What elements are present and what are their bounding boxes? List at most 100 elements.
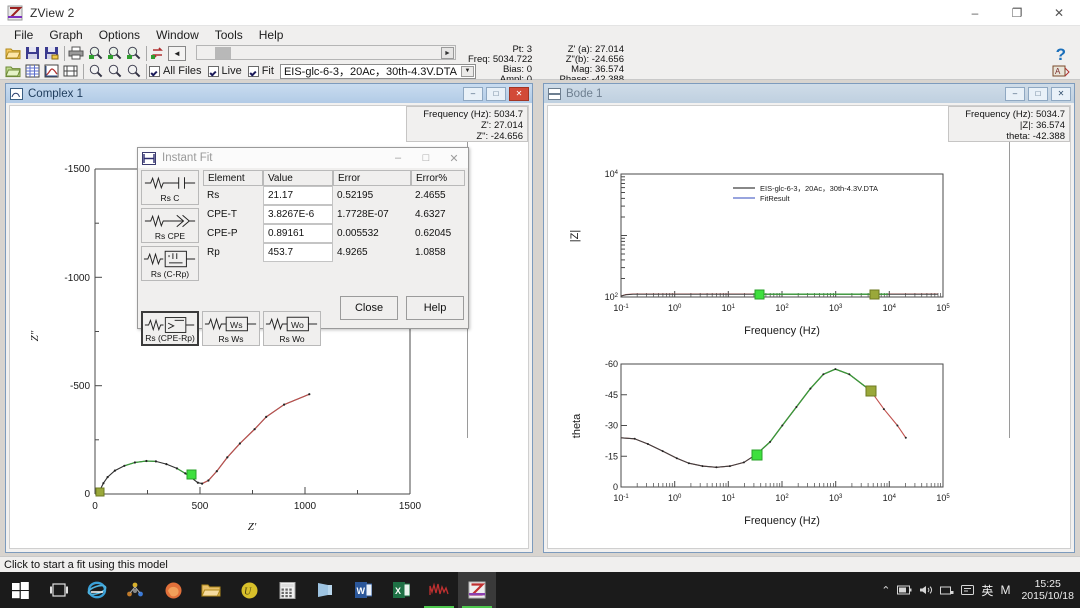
nyquist-cursor-a-marker: [95, 487, 105, 497]
complex-restore-button[interactable]: □: [486, 86, 506, 101]
save-as-icon[interactable]: [42, 45, 60, 62]
bode-close-button[interactable]: ✕: [1051, 86, 1071, 101]
menu-help[interactable]: Help: [251, 27, 292, 44]
model-rs-cpe-rp[interactable]: Rs (CPE-Rp): [141, 311, 199, 346]
word-icon[interactable]: W: [344, 572, 382, 608]
model-rs-cpe[interactable]: Rs CPE: [141, 208, 199, 243]
file-select-combo[interactable]: EIS-glc-6-3，20Ac，30th-4.3V.DTA ▼: [279, 63, 476, 79]
cell-value-input[interactable]: 3.8267E-6: [263, 205, 333, 224]
column-header-error-pct[interactable]: Error%: [411, 170, 465, 186]
internet-explorer-icon[interactable]: [78, 572, 116, 608]
instant-fit-minimize-button[interactable]: –: [384, 148, 412, 168]
menu-graph[interactable]: Graph: [41, 27, 90, 44]
menu-tools[interactable]: Tools: [207, 27, 251, 44]
ue-editor-icon[interactable]: U: [230, 572, 268, 608]
file-explorer-icon[interactable]: [192, 572, 230, 608]
zoom-in-icon[interactable]: [86, 63, 104, 80]
checkbox-live-box[interactable]: [207, 65, 219, 77]
checkbox-live[interactable]: Live: [207, 65, 242, 77]
cell-error-pct: 1.0858: [415, 247, 446, 258]
firefox-icon[interactable]: [154, 572, 192, 608]
windows-start-icon[interactable]: [0, 572, 40, 608]
bode-restore-button[interactable]: □: [1028, 86, 1048, 101]
close-button[interactable]: ✕: [1038, 0, 1080, 26]
context-help-icon[interactable]: A: [1052, 64, 1070, 78]
scroll-right-button[interactable]: ►: [441, 47, 454, 59]
table-view-icon[interactable]: [23, 63, 41, 80]
task-view-icon[interactable]: [40, 572, 78, 608]
model-rs-c-rp[interactable]: Rs (C-Rp): [141, 246, 199, 281]
bode-window-titlebar[interactable]: Bode 1 – □ ✕: [544, 84, 1074, 103]
menu-options[interactable]: Options: [91, 27, 148, 44]
bode-child-window[interactable]: Bode 1 – □ ✕ Frequency (Hz): 5034.7 |Z|:…: [543, 83, 1075, 553]
zoom-data-fit-icon[interactable]: [124, 45, 142, 62]
calculator-icon[interactable]: [268, 572, 306, 608]
action-center-icon[interactable]: [961, 584, 975, 596]
cell-value-input[interactable]: 0.89161: [263, 224, 333, 243]
complex-window-titlebar[interactable]: Complex 1 – □ ✕: [6, 84, 532, 103]
minimize-button[interactable]: –: [954, 0, 996, 26]
bode-minimize-button[interactable]: –: [1005, 86, 1025, 101]
open-folder-icon[interactable]: [4, 45, 22, 62]
network-icon[interactable]: [940, 585, 954, 596]
zview-taskbar-icon[interactable]: [458, 572, 496, 608]
instant-fit-body: Rs C Rs CPE Rs (C-Rp) Rs (CPE-Rp) Ws Rs …: [138, 168, 468, 346]
column-header-error[interactable]: Error: [333, 170, 411, 186]
menu-window[interactable]: Window: [148, 27, 207, 44]
cell-error: 1.7728E-07: [337, 209, 389, 220]
maximize-button[interactable]: ❐: [996, 0, 1038, 26]
cell-value-input[interactable]: 453.7: [263, 243, 333, 262]
save-icon[interactable]: [23, 45, 41, 62]
onenote-icon[interactable]: [306, 572, 344, 608]
print-icon[interactable]: [67, 45, 85, 62]
horizontal-scroll-strip[interactable]: ►: [196, 45, 456, 60]
zoom-out-icon[interactable]: [105, 63, 123, 80]
menu-file[interactable]: File: [6, 27, 41, 44]
complex-close-button[interactable]: ✕: [509, 86, 529, 101]
column-header-element[interactable]: Element: [203, 170, 263, 186]
clock[interactable]: 15:25 2015/10/18: [1017, 578, 1074, 602]
open-folder-alt-icon[interactable]: [4, 63, 22, 80]
bode-phase-plot[interactable]: -60 -45 -30 -15 0 theta 10-1 100 101 102…: [548, 358, 1072, 548]
help-icon[interactable]: ?: [1056, 46, 1066, 63]
scroll-thumb[interactable]: [215, 47, 231, 59]
instant-fit-titlebar[interactable]: Instant Fit – □ ✕: [138, 148, 468, 168]
cell-element: CPE-P: [207, 228, 238, 239]
column-header-value[interactable]: Value: [263, 170, 333, 186]
graph-view-icon[interactable]: [42, 63, 60, 80]
header-view-icon[interactable]: [61, 63, 79, 80]
gamry-framework-icon[interactable]: [420, 572, 458, 608]
bode-cursor-freq: Frequency (Hz): 5034.7: [965, 109, 1065, 120]
svg-text:100: 100: [668, 493, 682, 503]
bode-magnitude-plot[interactable]: 104 102 |Z| 10-1 100 101 102 103 104 105…: [548, 168, 1072, 358]
instant-fit-maximize-button[interactable]: □: [412, 148, 440, 168]
show-hidden-icons-icon[interactable]: ⌃: [881, 584, 890, 597]
fit-parameter-table: Element Value Error Error% Rs 21.17 0.52…: [203, 170, 465, 262]
model-rs-wo[interactable]: Wo Rs Wo: [263, 311, 321, 346]
checkbox-fit-box[interactable]: [247, 65, 259, 77]
checkbox-fit[interactable]: Fit: [247, 65, 274, 77]
ime-mode-icon[interactable]: M: [1000, 583, 1010, 597]
language-indicator[interactable]: 英: [981, 582, 993, 599]
zoom-reset-icon[interactable]: [124, 63, 142, 80]
swap-axes-icon[interactable]: [149, 45, 167, 62]
complex-minimize-button[interactable]: –: [463, 86, 483, 101]
cell-value-input[interactable]: 21.17: [263, 186, 333, 205]
pan-left-button[interactable]: ◄: [168, 45, 186, 62]
battery-icon[interactable]: [897, 585, 912, 595]
instant-fit-close-icon[interactable]: ✕: [440, 148, 468, 168]
model-rs-c[interactable]: Rs C: [141, 170, 199, 205]
zoom-data-out-icon[interactable]: [105, 45, 123, 62]
toolbar-row-secondary: All Files Live Fit EIS-glc-6-3，20Ac，30th…: [4, 62, 476, 80]
volume-icon[interactable]: [919, 584, 933, 596]
molecule-app-icon[interactable]: [116, 572, 154, 608]
excel-icon[interactable]: X: [382, 572, 420, 608]
help-button[interactable]: Help: [406, 296, 464, 320]
model-rs-ws[interactable]: Ws Rs Ws: [202, 311, 260, 346]
instant-fit-dialog[interactable]: Instant Fit – □ ✕ Rs C Rs CPE Rs (C-Rp) …: [137, 147, 469, 346]
rs-c-rp-circuit-icon: [143, 250, 196, 268]
checkbox-all-files[interactable]: All Files: [149, 65, 202, 77]
close-button[interactable]: Close: [340, 296, 398, 320]
checkbox-all-files-box[interactable]: [149, 65, 160, 77]
zoom-data-in-icon[interactable]: [86, 45, 104, 62]
